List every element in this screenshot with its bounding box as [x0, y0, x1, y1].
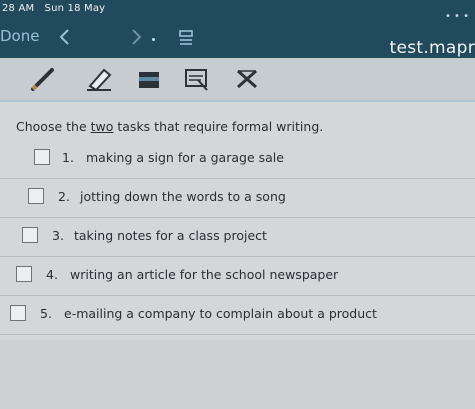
answer-option-4[interactable]: 4. writing an article for the school new…	[0, 257, 475, 296]
done-button[interactable]: Done	[0, 27, 39, 45]
option-text: jotting down the words to a song	[80, 189, 286, 204]
browser-top-bar: 28 AM Sun 18 May • • • Done test.mapr	[0, 0, 475, 58]
option-text: e-mailing a company to complain about a …	[64, 306, 377, 321]
answer-option-3[interactable]: 3. taking notes for a class project	[0, 218, 475, 257]
option-number: 2.	[58, 189, 70, 204]
option-text: writing an article for the school newspa…	[70, 267, 339, 282]
lasso-icon[interactable]	[183, 66, 211, 92]
checkbox[interactable]	[10, 305, 26, 321]
answer-option-2[interactable]: 2. jotting down the words to a song	[0, 179, 475, 218]
eraser-icon[interactable]	[136, 66, 162, 92]
status-date: Sun 18 May	[44, 3, 106, 14]
forward-chevron-icon[interactable]	[128, 28, 144, 46]
url-field[interactable]: test.mapr	[389, 38, 475, 58]
multitask-dots-icon[interactable]: • • •	[445, 11, 469, 22]
status-time-date: 28 AM Sun 18 May	[2, 3, 105, 14]
checkbox[interactable]	[28, 188, 44, 204]
option-text: taking notes for a class project	[74, 228, 267, 243]
pencil-icon[interactable]	[28, 66, 58, 92]
dot-icon	[152, 38, 155, 41]
markup-toolbar	[0, 58, 475, 100]
checkbox[interactable]	[16, 266, 32, 282]
option-number: 1.	[62, 150, 74, 165]
close-x-icon[interactable]	[234, 66, 260, 92]
question-prompt: Choose the two tasks that require formal…	[16, 119, 323, 134]
toolbar-divider	[0, 100, 475, 102]
answer-options: 1. making a sign for a garage sale 2. jo…	[0, 140, 475, 335]
option-number: 3.	[52, 228, 64, 243]
question-suffix: tasks that require formal writing.	[113, 119, 324, 134]
reader-icon[interactable]	[178, 29, 194, 47]
option-text: making a sign for a garage sale	[86, 150, 284, 165]
highlighter-icon[interactable]	[84, 66, 114, 92]
answer-option-5[interactable]: 5. e-mailing a company to complain about…	[0, 296, 475, 335]
answer-option-1[interactable]: 1. making a sign for a garage sale	[0, 140, 475, 179]
checkbox[interactable]	[22, 227, 38, 243]
status-time: 28 AM	[2, 3, 35, 14]
checkbox[interactable]	[34, 149, 50, 165]
back-chevron-icon[interactable]	[57, 28, 73, 46]
option-number: 4.	[46, 267, 58, 282]
page-blank-area	[0, 340, 475, 409]
question-emphasis: two	[90, 119, 114, 134]
question-prefix: Choose the	[16, 119, 91, 134]
option-number: 5.	[40, 306, 52, 321]
